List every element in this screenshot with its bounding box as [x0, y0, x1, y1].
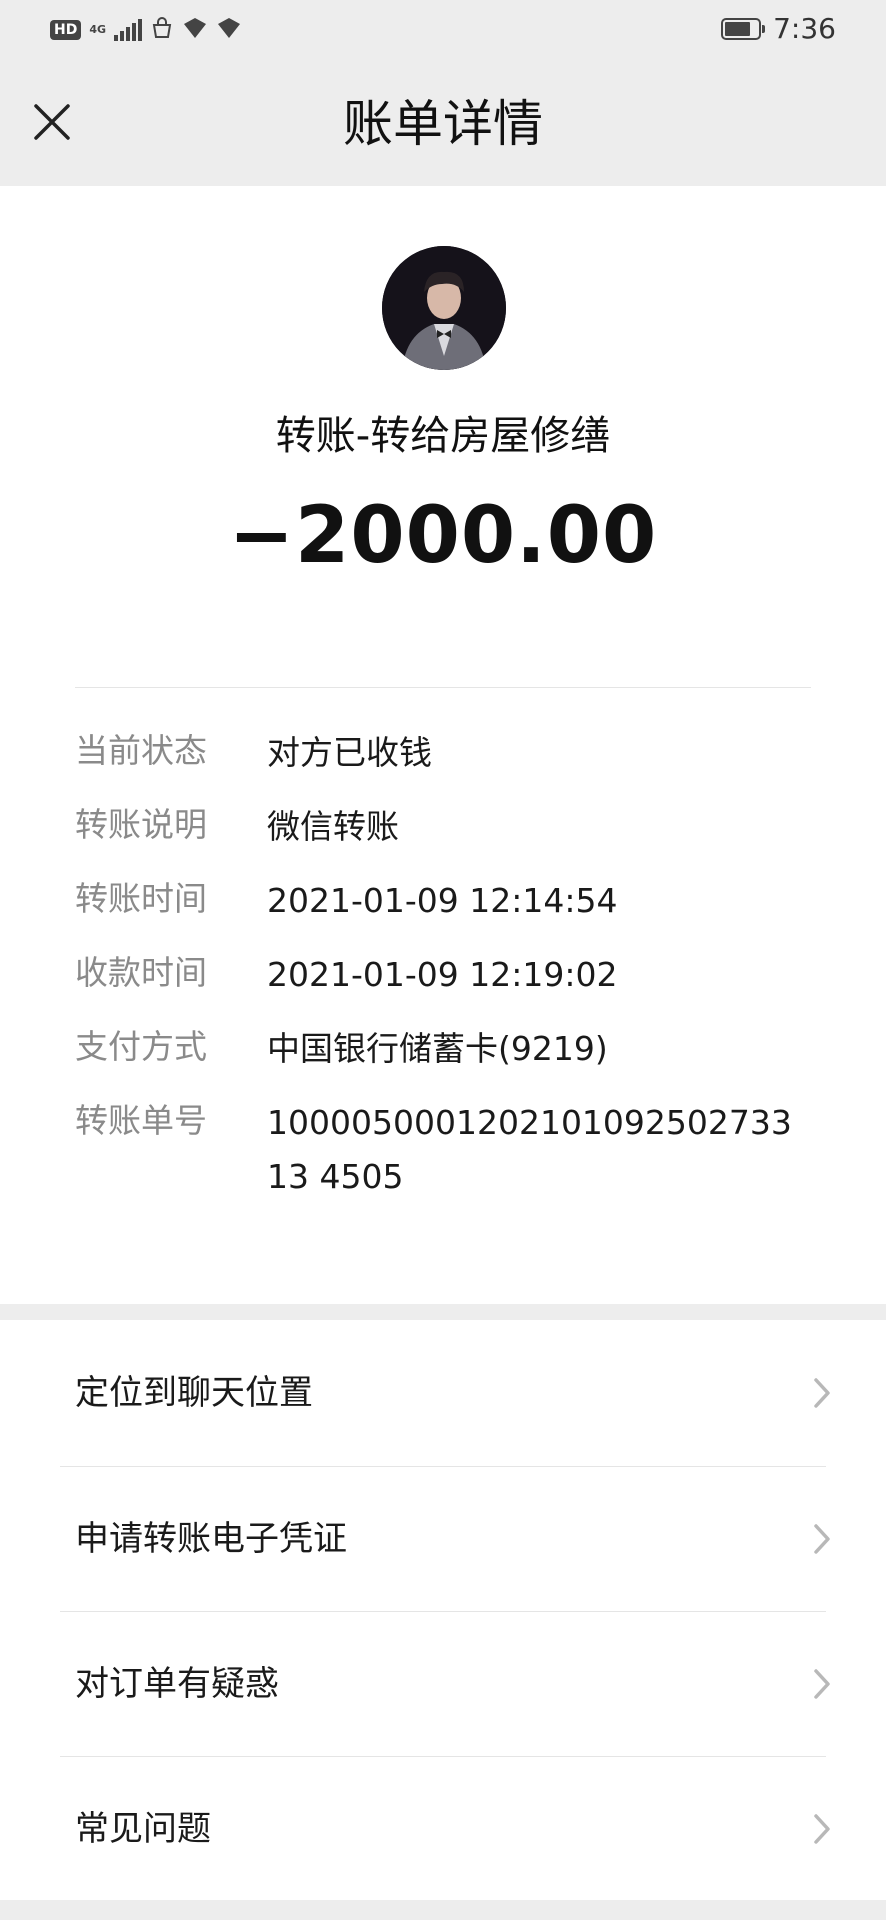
transaction-card: 转账-转给房屋修缮 −2000.00 当前状态 对方已收钱 转账说明 微信转账 …	[0, 186, 886, 1304]
status-icons-left: HD 4G	[50, 16, 242, 44]
menu-item-faq[interactable]: 常见问题	[0, 1756, 886, 1901]
menu-item-order-question[interactable]: 对订单有疑惑	[0, 1611, 886, 1756]
status-bar: HD 4G 7:36	[0, 0, 886, 62]
bag-icon	[150, 16, 174, 44]
chevron-right-icon	[814, 1669, 830, 1699]
detail-value: 中国银行储蓄卡(9219)	[267, 1029, 608, 1068]
menu-item-label: 申请转账电子凭证	[75, 1519, 347, 1559]
detail-value: 对方已收钱	[267, 733, 432, 772]
detail-label: 转账说明	[75, 805, 207, 844]
app-notification-icon	[182, 16, 208, 44]
detail-label: 转账时间	[75, 879, 207, 918]
menu-item-locate-chat[interactable]: 定位到聊天位置	[0, 1320, 886, 1465]
menu-item-label: 常见问题	[75, 1809, 211, 1849]
status-icons-right: 7:36	[721, 12, 836, 45]
detail-value: 2021-01-09 12:14:54	[267, 881, 618, 920]
detail-label: 收款时间	[75, 953, 207, 992]
transaction-amount: −2000.00	[228, 491, 658, 581]
detail-value: 2021-01-09 12:19:02	[267, 955, 618, 994]
divider	[75, 687, 811, 688]
menu-item-label: 定位到聊天位置	[75, 1373, 313, 1413]
detail-label: 转账单号	[75, 1101, 207, 1140]
detail-label: 支付方式	[75, 1027, 207, 1066]
detail-value[interactable]: 100005000120210109250273313 4505	[267, 1096, 807, 1204]
action-menu: 定位到聊天位置 申请转账电子凭证 对订单有疑惑 常见问题	[0, 1320, 886, 1900]
signal-icon	[114, 19, 143, 41]
chevron-right-icon	[814, 1378, 830, 1408]
clock: 7:36	[773, 12, 836, 45]
chevron-right-icon	[814, 1524, 830, 1554]
network-type: 4G	[89, 23, 107, 36]
chevron-right-icon	[814, 1814, 830, 1844]
detail-label: 当前状态	[75, 731, 207, 770]
transaction-title: 转账-转给房屋修缮	[275, 413, 611, 459]
menu-item-request-receipt[interactable]: 申请转账电子凭证	[0, 1466, 886, 1611]
hd-badge: HD	[50, 20, 82, 40]
app-notification-icon-2	[216, 16, 242, 44]
page-title: 账单详情	[343, 95, 543, 153]
battery-icon	[721, 17, 766, 40]
avatar	[382, 246, 506, 370]
detail-value: 微信转账	[267, 807, 399, 846]
nav-bar: 账单详情	[0, 62, 886, 186]
menu-item-label: 对订单有疑惑	[75, 1664, 279, 1704]
